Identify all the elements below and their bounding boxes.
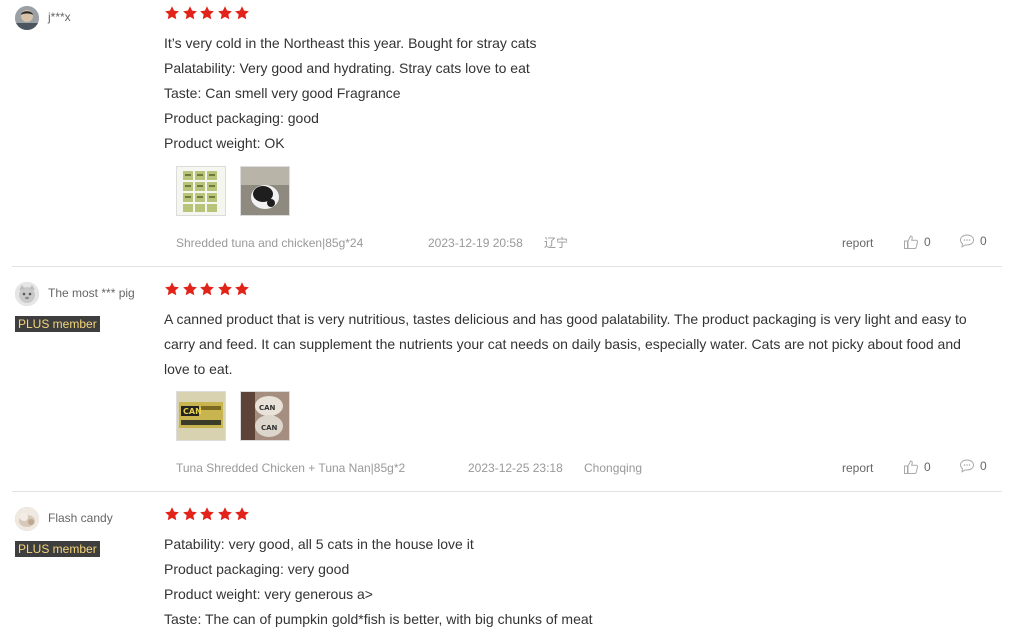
comment-count: 0 <box>980 234 987 248</box>
product-variant: Tuna Shredded Chicken + Tuna Nan|85g*2 <box>176 461 406 475</box>
star-rating <box>164 281 252 297</box>
product-variant: Shredded tuna and chicken|85g*24 <box>176 236 364 250</box>
review-text: Patability: very good, all 5 cats in the… <box>164 532 984 632</box>
review-item: Flash candy PLUS member Patability: very… <box>0 492 1019 636</box>
like-count: 0 <box>924 460 931 474</box>
user-avatar[interactable] <box>15 282 39 306</box>
star-icon <box>217 506 233 522</box>
star-icon <box>217 281 233 297</box>
review-line: Product weight: OK <box>164 135 285 151</box>
star-icon <box>199 281 215 297</box>
like-button[interactable]: 0 <box>903 459 933 475</box>
star-icon <box>164 5 180 21</box>
review-line: Patability: very good, all 5 cats in the… <box>164 536 474 552</box>
review-line: Product weight: very generous a> <box>164 586 373 602</box>
review-location: 辽宁 <box>544 236 569 250</box>
user-avatar[interactable] <box>15 6 39 30</box>
plus-member-badge: PLUS member <box>15 541 100 557</box>
comment-icon <box>959 459 975 473</box>
report-link[interactable]: report <box>842 235 873 251</box>
review-line: Product packaging: very good <box>164 561 350 577</box>
review-date: 2023-12-25 23:18 <box>468 461 563 475</box>
star-icon <box>164 506 180 522</box>
svg-text:CAN: CAN <box>183 407 202 416</box>
username: j***x <box>48 10 71 24</box>
review-line: Product packaging: good <box>164 110 319 126</box>
review-line: Palatability: Very good and hydrating. S… <box>164 60 530 76</box>
star-icon <box>217 5 233 21</box>
star-icon <box>234 281 250 297</box>
svg-text:CAN: CAN <box>259 404 276 412</box>
review-line: It’s very cold in the Northeast this yea… <box>164 35 537 51</box>
comment-button[interactable]: 0 <box>959 458 989 474</box>
report-link[interactable]: report <box>842 460 873 476</box>
review-date: 2023-12-19 20:58 <box>428 236 523 250</box>
review-location: Chongqing <box>584 461 643 475</box>
star-icon <box>182 506 198 522</box>
username: The most *** pig <box>48 286 135 300</box>
username: Flash candy <box>48 511 113 525</box>
star-icon <box>199 5 215 21</box>
star-icon <box>182 281 198 297</box>
star-icon <box>164 281 180 297</box>
review-text: It’s very cold in the Northeast this yea… <box>164 31 984 156</box>
review-photo[interactable] <box>176 166 226 216</box>
review-photo[interactable] <box>240 166 290 216</box>
review-item: j***x It’s very cold in the Northeast th… <box>0 0 1019 266</box>
like-count: 0 <box>924 235 931 249</box>
svg-text:CAN: CAN <box>261 424 278 432</box>
star-rating <box>164 5 252 21</box>
like-button[interactable]: 0 <box>903 234 933 250</box>
star-icon <box>234 506 250 522</box>
user-avatar[interactable] <box>15 507 39 531</box>
thumbs-up-icon <box>904 460 919 474</box>
review-item: The most *** pig PLUS member A canned pr… <box>0 267 1019 491</box>
review-photo[interactable]: CAN <box>176 391 226 441</box>
star-icon <box>199 506 215 522</box>
comment-count: 0 <box>980 459 987 473</box>
review-photo[interactable]: CAN CAN <box>240 391 290 441</box>
review-line: Taste: Can smell very good Fragrance <box>164 85 401 101</box>
comment-button[interactable]: 0 <box>959 233 989 249</box>
thumbs-up-icon <box>904 235 919 249</box>
review-line: Taste: The can of pumpkin gold*fish is b… <box>164 611 593 627</box>
star-icon <box>182 5 198 21</box>
star-rating <box>164 506 252 522</box>
star-icon <box>234 5 250 21</box>
review-text: A canned product that is very nutritious… <box>164 311 967 377</box>
comment-icon <box>959 234 975 248</box>
plus-member-badge: PLUS member <box>15 316 100 332</box>
